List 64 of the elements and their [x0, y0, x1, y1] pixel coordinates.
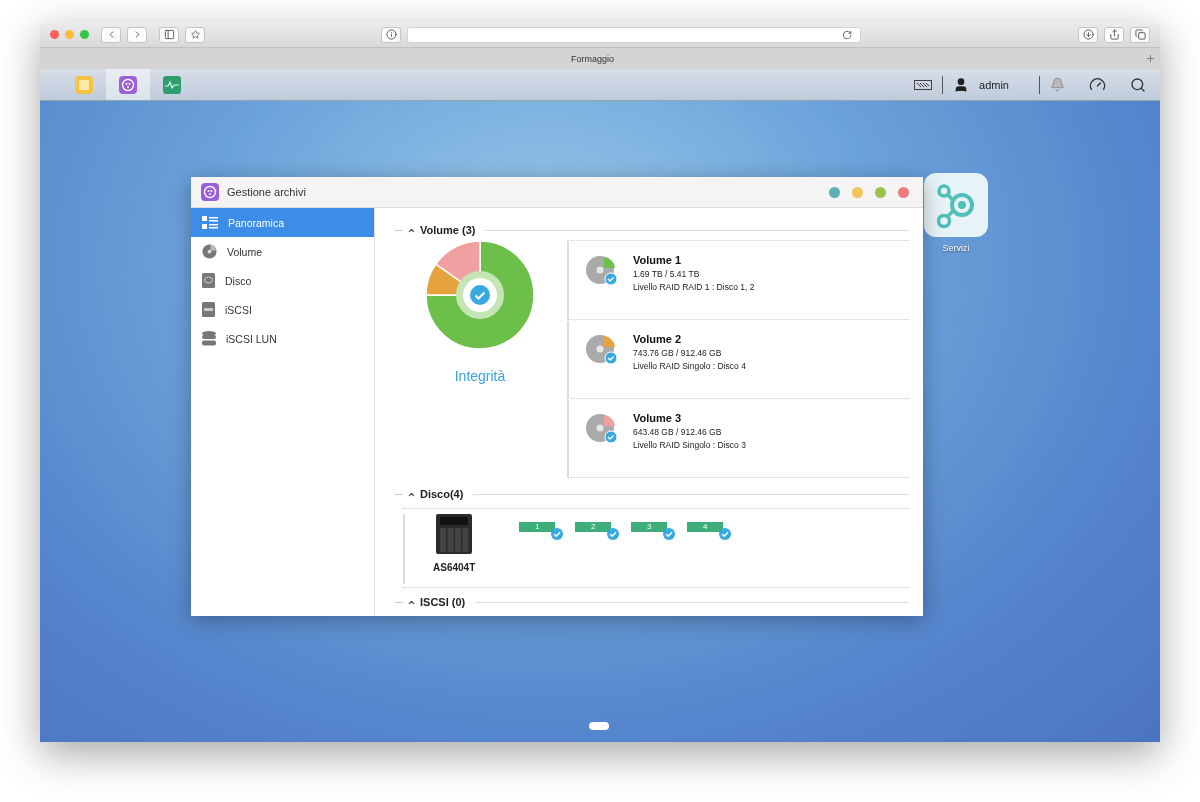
new-tab-icon[interactable]: [1145, 53, 1156, 64]
monitor-app-icon: [163, 75, 181, 94]
dock-handle[interactable]: [589, 722, 609, 730]
check-icon: [719, 528, 732, 540]
sidebar-item[interactable]: iSCSI: [191, 295, 374, 324]
volume-name: Volume 3: [633, 412, 683, 424]
notification-icon[interactable]: [1050, 77, 1065, 92]
volume-name: Volume 1: [633, 254, 683, 266]
close-button[interactable]: [50, 30, 59, 39]
app-label: Servizi: [942, 243, 970, 253]
section-title: Volume (3): [420, 224, 476, 236]
info-button[interactable]: [381, 26, 401, 43]
share-icon: [1108, 29, 1120, 40]
storage-app-icon: [119, 75, 137, 94]
section-title: ISCSI (0): [420, 596, 466, 608]
download-button[interactable]: [1078, 26, 1098, 43]
sidebar-item[interactable]: Volume: [191, 237, 374, 266]
volume-usage: 743.76 GB / 912.46 GB: [633, 348, 723, 358]
list-icon: [202, 215, 218, 230]
raid-info: Livello RAID Singolo : Disco 4: [633, 361, 746, 371]
volume-usage: 1.69 TB / 5.41 TB: [633, 269, 701, 279]
reload-icon: [842, 29, 852, 40]
nas-device-drawing: [436, 514, 473, 556]
raid-info: Livello RAID RAID 1 : Disco 1, 2: [633, 282, 755, 292]
share-button[interactable]: [1104, 26, 1124, 43]
check-icon: [607, 528, 620, 540]
sidebar-item[interactable]: iSCSI LUN: [191, 324, 374, 353]
sidebar-item[interactable]: Disco: [191, 266, 374, 295]
star-icon: [190, 30, 200, 39]
tabs-button[interactable]: [1130, 26, 1150, 43]
window-title: Gestione archivi: [227, 186, 306, 198]
device-name: AS6404T: [433, 562, 476, 573]
status-label: Integrità: [454, 368, 506, 384]
user-name[interactable]: admin: [979, 78, 1009, 91]
drive-icon: [202, 273, 215, 288]
back-button[interactable]: [101, 26, 121, 43]
section-title: Disco(4): [420, 488, 464, 500]
note-icon: [75, 75, 93, 94]
taskbar-app-button[interactable]: [106, 69, 150, 100]
download-icon: [1082, 29, 1094, 40]
window-control[interactable]: [898, 186, 909, 198]
drive-icon: [202, 302, 215, 317]
database-icon: [202, 331, 216, 346]
sidebar-icon: [163, 29, 175, 40]
check-icon: [551, 528, 564, 540]
keyboard-icon[interactable]: [914, 79, 933, 90]
bookmarks-button[interactable]: [185, 26, 205, 43]
raid-info: Livello RAID Singolo : Disco 3: [633, 440, 746, 450]
check-icon: [663, 528, 676, 540]
tabs-icon: [1134, 29, 1146, 40]
gauge-icon[interactable]: [1089, 76, 1106, 93]
volume-name: Volume 2: [633, 333, 683, 345]
sidebar-button[interactable]: [159, 26, 179, 43]
window-control[interactable]: [852, 186, 863, 198]
address-field[interactable]: [407, 26, 861, 43]
storage-app-icon: [201, 183, 219, 201]
forward-button[interactable]: [127, 26, 147, 43]
window-control[interactable]: [875, 186, 886, 198]
info-icon: [385, 29, 397, 40]
zoom-button[interactable]: [80, 30, 89, 39]
search-icon[interactable]: [1130, 76, 1146, 93]
volume-usage: 643.48 GB / 912.46 GB: [633, 427, 723, 437]
window-control[interactable]: [829, 186, 840, 198]
disc-icon: [202, 244, 217, 259]
